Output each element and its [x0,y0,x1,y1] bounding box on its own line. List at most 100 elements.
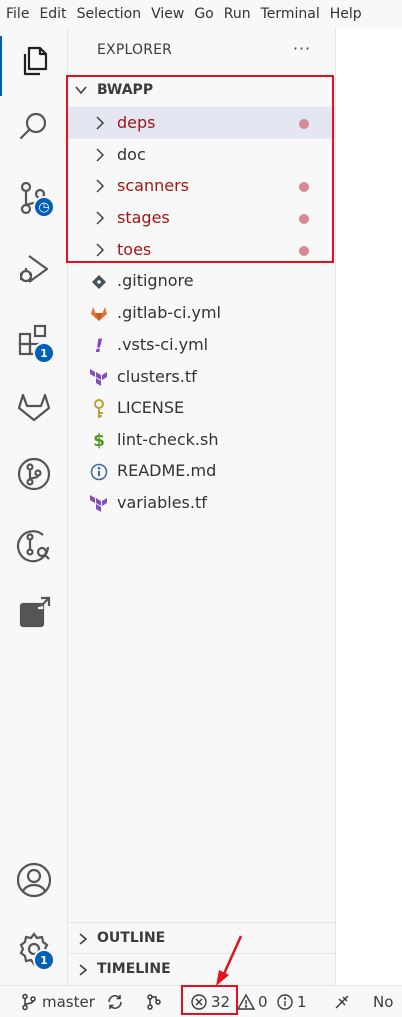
chevron-right-icon [96,148,105,162]
file-gitignore[interactable]: .gitignore [68,265,335,297]
settings-activity-button[interactable]: 1 [0,921,68,977]
explorer-activity-button[interactable] [0,32,68,96]
ports-button[interactable] [333,991,351,1013]
file-lint-check[interactable]: $ lint-check.sh [68,424,335,456]
info-icon [277,994,293,1010]
extensions-activity-button[interactable]: 1 [0,312,68,368]
search-icon [19,112,47,140]
workspace-root[interactable]: BWAPP [68,77,335,103]
run-debug-activity-button[interactable] [0,241,68,297]
files-icon [23,46,48,76]
file-label: README.md [117,461,217,480]
menu-selection[interactable]: Selection [72,0,147,28]
settings-badge: 1 [33,949,55,971]
file-label: lint-check.sh [117,430,219,449]
file-gitlab-ci[interactable]: .gitlab-ci.yml [68,297,335,329]
warning-count: 0 [258,993,268,1011]
file-readme[interactable]: README.md [68,455,335,487]
folder-label: scanners [117,176,189,195]
file-variables-tf[interactable]: variables.tf [68,487,335,519]
folder-deps[interactable]: deps [68,107,335,139]
menu-run[interactable]: Run [219,0,256,28]
account-activity-button[interactable] [0,852,68,908]
timeline-label: TIMELINE [97,961,171,977]
git-branch-icon [17,457,51,491]
remote-explorer-icon [19,596,51,628]
chevron-right-icon [96,179,105,193]
folder-label: deps [117,113,156,132]
git-branch-search-icon [16,530,50,563]
timeline-panel-header[interactable]: TIMELINE [68,953,335,985]
search-activity-button[interactable] [0,99,68,155]
warning-icon [237,993,255,1010]
explorer-title: EXPLORER [97,42,173,58]
chevron-right-icon [79,964,88,976]
terraform-icon [89,494,109,514]
problems-info[interactable]: 1 [276,991,307,1013]
git-branch-icon [22,993,36,1011]
file-label: variables.tf [117,493,207,512]
key-icon [89,399,109,419]
outline-label: OUTLINE [97,930,166,946]
menu-edit[interactable]: Edit [34,0,71,28]
git-branch-search-activity-button[interactable] [0,516,68,572]
file-clusters-tf[interactable]: clusters.tf [68,361,335,393]
chevron-right-icon [96,116,105,130]
sync-button[interactable] [106,991,124,1013]
modified-dot [299,246,309,256]
folder-label: stages [117,208,170,227]
status-right-item[interactable]: No [373,991,393,1013]
terraform-icon [89,368,109,388]
folder-toes[interactable]: toes [68,234,335,266]
file-label: LICENSE [117,398,185,417]
file-label: clusters.tf [117,367,197,386]
modified-dot [299,182,309,192]
branch-status[interactable]: master [20,991,95,1013]
menu-bar: File Edit Selection View Go Run Terminal… [0,0,402,28]
activity-bar: ◷ 1 1 [0,28,68,985]
folder-label: doc [117,145,146,164]
file-license[interactable]: LICENSE [68,392,335,424]
menu-terminal[interactable]: Terminal [256,0,325,28]
exclamation-icon: ! [94,335,104,357]
git-graph-icon [147,994,161,1010]
file-label: .gitlab-ci.yml [117,303,221,322]
explorer-sidebar: EXPLORER ··· BWAPP deps doc scanners sta… [68,28,335,985]
chevron-right-icon [79,933,88,945]
sync-icon [108,995,122,1009]
more-actions-button[interactable]: ··· [290,38,314,62]
chevron-right-icon [96,211,105,225]
source-control-activity-button[interactable]: ◷ [0,170,68,226]
folder-doc[interactable]: doc [68,139,335,171]
modified-dot [299,214,309,224]
graph-button[interactable] [145,991,163,1013]
broadcast-icon [335,995,349,1009]
menu-help[interactable]: Help [325,0,367,28]
chevron-right-icon [96,243,105,257]
workspace-root-label: BWAPP [97,82,154,98]
gitlab-activity-button[interactable] [0,379,68,435]
gitlab-icon [17,393,51,422]
account-icon [16,862,52,898]
explorer-header: EXPLORER ··· [68,28,335,74]
editor-area[interactable] [335,28,402,985]
outline-panel-header[interactable]: OUTLINE [68,922,335,954]
folder-label: toes [117,240,152,259]
file-vsts-ci[interactable]: ! .vsts-ci.yml [68,329,335,361]
dollar-icon: $ [93,431,105,451]
file-label: .gitignore [117,271,194,290]
info-icon [89,462,109,482]
chevron-down-icon [75,86,87,95]
gitlab-fox-icon [89,304,109,324]
extensions-badge: 1 [33,342,55,364]
menu-file[interactable]: File [0,0,34,28]
remote-explorer-activity-button[interactable] [0,585,68,641]
file-label: .vsts-ci.yml [117,335,209,354]
menu-view[interactable]: View [146,0,189,28]
folder-stages[interactable]: stages [68,202,335,234]
git-branch-activity-button[interactable] [0,446,68,502]
git-diamond-icon [89,272,109,292]
folder-scanners[interactable]: scanners [68,170,335,202]
problems-warnings[interactable]: 0 [237,991,268,1013]
menu-go[interactable]: Go [189,0,218,28]
